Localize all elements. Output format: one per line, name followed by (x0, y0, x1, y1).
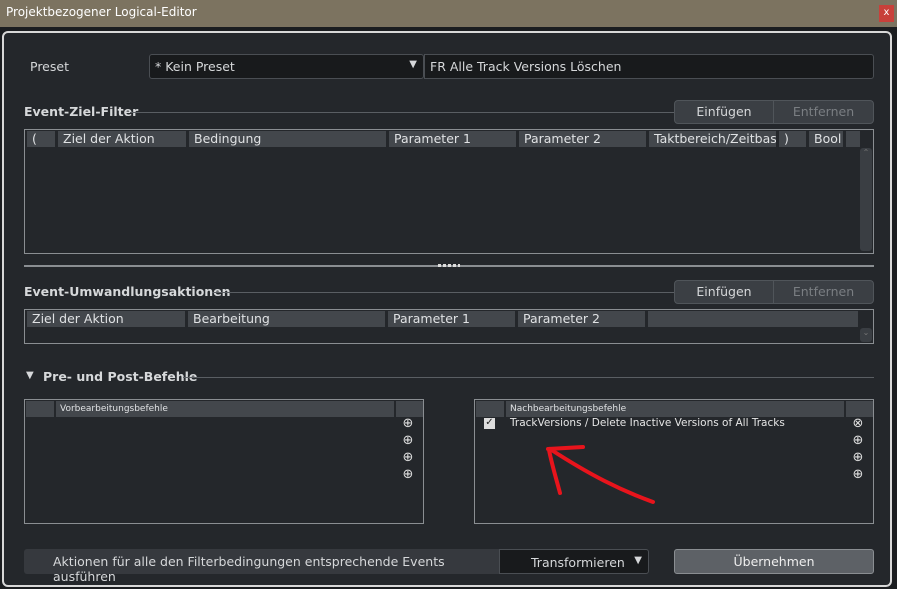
mode-value: Transformieren (531, 555, 625, 570)
apply-button[interactable]: Übernehmen (674, 549, 874, 574)
chevron-down-icon: ▼ (634, 555, 642, 566)
red-arrow-annotation (546, 445, 655, 504)
execute-label: Aktionen für alle den Filterbedingungen … (53, 554, 445, 584)
mode-dropdown[interactable]: Transformieren ▼ (499, 549, 649, 574)
execute-label-box: Aktionen für alle den Filterbedingungen … (24, 549, 499, 584)
